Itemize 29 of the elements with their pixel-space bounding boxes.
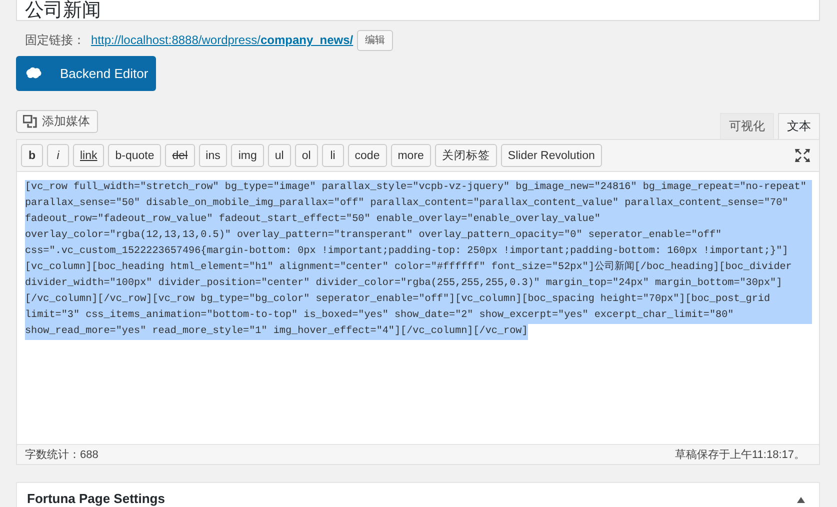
toolbar-button[interactable]: b-quote <box>108 144 162 167</box>
editor-tab[interactable]: 可视化 <box>720 113 774 139</box>
toolbar-button[interactable]: li <box>322 144 344 167</box>
save-status: 草稿保存于上午11:18:17。 <box>674 448 805 462</box>
toolbar-button[interactable]: code <box>348 144 387 167</box>
toolbar-button[interactable]: link <box>73 144 104 167</box>
editor-tab[interactable]: 文本 <box>778 113 820 139</box>
toolbar-button[interactable]: del <box>165 144 195 167</box>
title-field[interactable]: 公司新闻 <box>16 0 820 21</box>
permalink-link[interactable]: http://localhost:8888/wordpress/company_news/ <box>91 33 354 47</box>
media-icon <box>23 115 37 128</box>
backend-editor-button[interactable]: Backend Editor <box>16 56 156 91</box>
fullscreen-icon[interactable] <box>795 149 810 162</box>
toolbar-button[interactable]: img <box>231 144 264 167</box>
toolbar-button[interactable]: ol <box>294 144 318 167</box>
panel-title: Fortuna Page Settings <box>27 491 165 506</box>
permalink-label: 固定链接： <box>25 32 85 48</box>
toolbar-button[interactable]: 关闭标签 <box>434 144 497 167</box>
word-count: 字数统计：688 <box>25 448 98 462</box>
collapse-icon[interactable] <box>797 497 805 503</box>
add-media-button[interactable]: 添加媒体 <box>16 110 98 133</box>
toolbar-button[interactable]: Slider Revolution <box>500 144 602 167</box>
toolbar-button[interactable]: i <box>47 144 69 167</box>
toolbar-button[interactable]: more <box>390 144 431 167</box>
toolbar-button[interactable]: ul <box>268 144 291 167</box>
toolbar-button[interactable]: b <box>21 144 43 167</box>
edit-button[interactable]: 编辑 <box>357 30 394 50</box>
toolbar-button[interactable]: ins <box>198 144 228 167</box>
cloud-icon <box>26 67 42 80</box>
